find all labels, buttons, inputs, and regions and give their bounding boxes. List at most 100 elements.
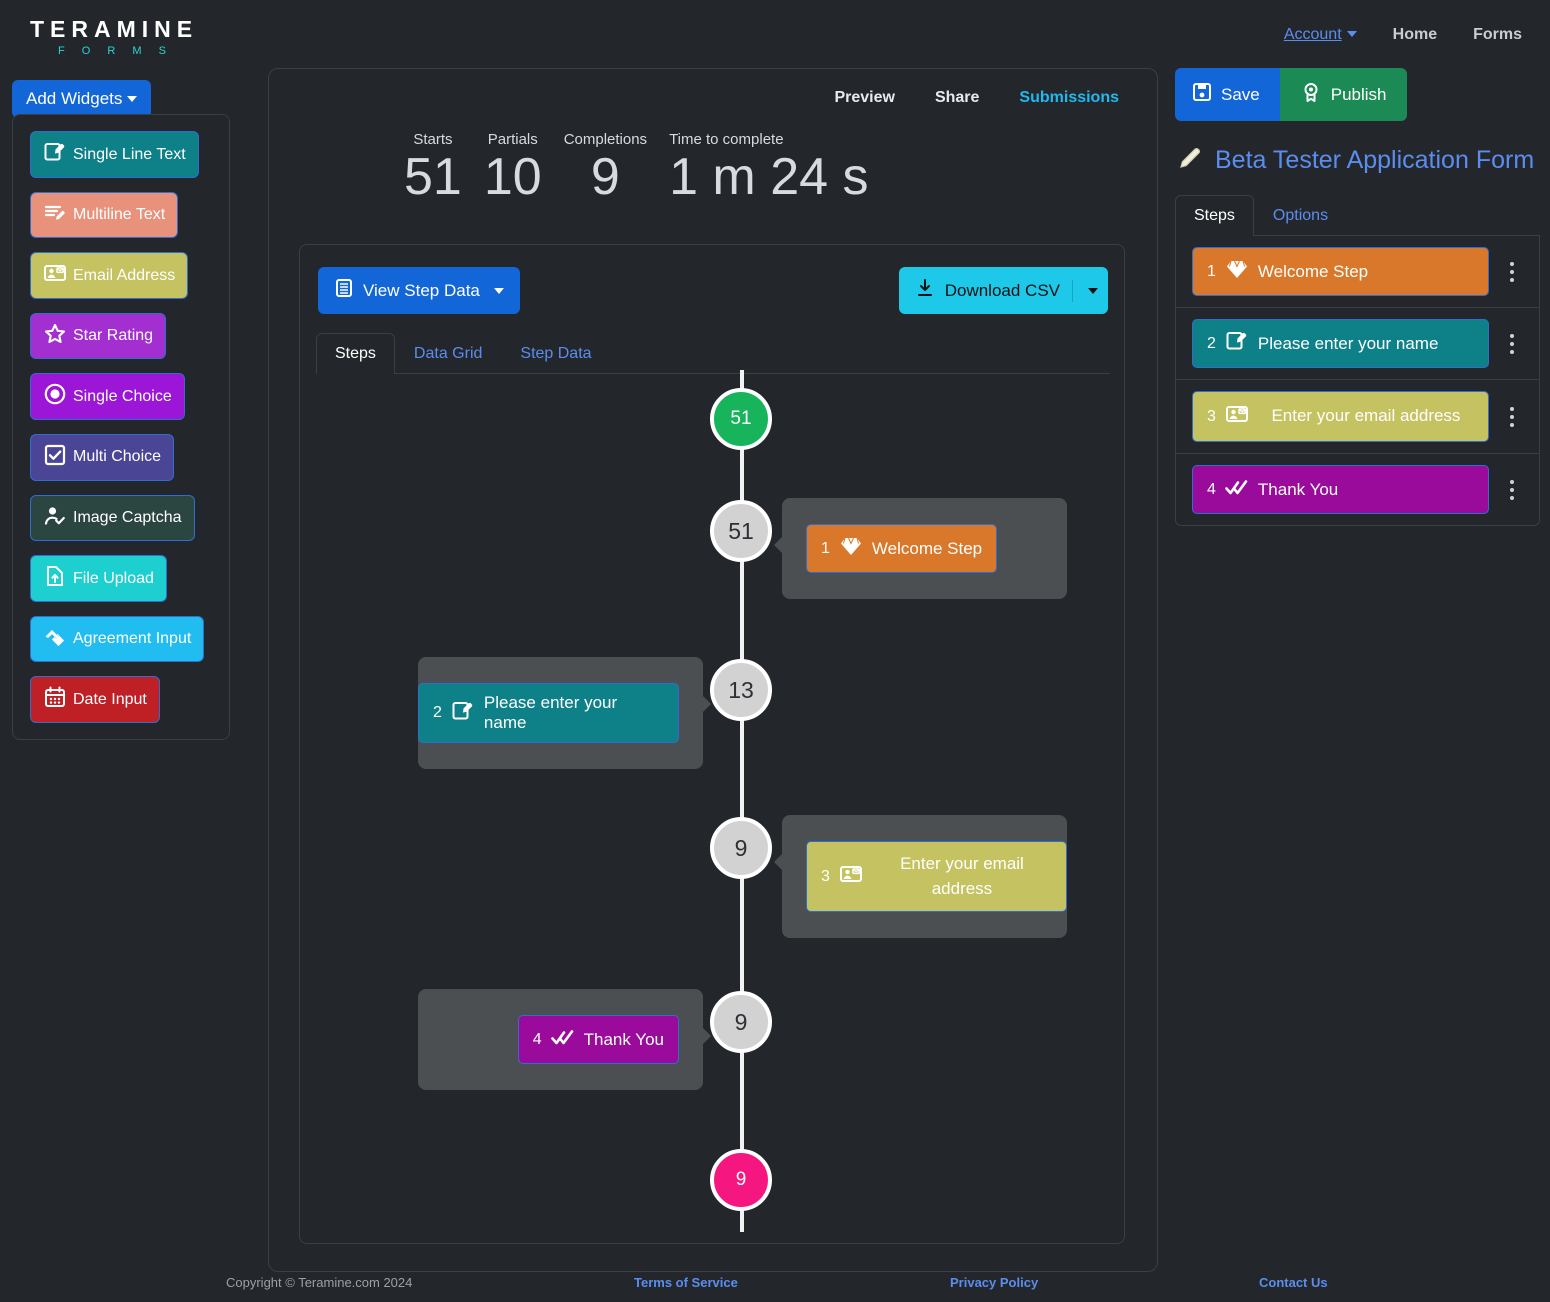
stat-partials: Partials 10: [484, 131, 542, 205]
dot-icon: [1510, 414, 1514, 419]
step-number: 1: [821, 539, 830, 557]
form-actions: Save Publish: [1175, 68, 1407, 121]
widget-multi-choice[interactable]: Multi Choice: [30, 433, 175, 481]
tab-steps[interactable]: Steps: [1175, 195, 1254, 236]
widget-agreement-input[interactable]: Agreement Input: [30, 615, 205, 663]
page-title: Beta Tester Application Form: [1215, 146, 1535, 174]
funnel-node: 51: [710, 500, 772, 562]
form-steps-list: 1 Welcome Step 2 Please enter your name 3 Ent…: [1175, 236, 1540, 526]
footer-link-terms[interactable]: Terms of Service: [634, 1275, 738, 1290]
chevron-down-icon: [493, 287, 504, 294]
step-chip[interactable]: 3 Enter your email address: [806, 841, 1067, 913]
callout-arrow: [702, 695, 711, 713]
widget-single-choice[interactable]: Single Choice: [30, 373, 185, 420]
stat-value: 1 m 24 s: [669, 148, 869, 206]
footer-link-contact[interactable]: Contact Us: [1259, 1275, 1328, 1290]
list-icon: [334, 278, 354, 303]
save-label: Save: [1221, 84, 1260, 104]
step-label: Please enter your name: [1257, 333, 1439, 353]
step-chip[interactable]: 2 Please enter your name: [418, 683, 679, 743]
publish-button[interactable]: Publish: [1279, 68, 1407, 121]
dot-icon: [1510, 269, 1514, 274]
chevron-down-icon: [127, 96, 138, 102]
stat-value: 10: [483, 148, 542, 206]
save-button[interactable]: Save: [1175, 68, 1280, 121]
chevron-down-icon[interactable]: [1088, 287, 1098, 294]
pencil-icon[interactable]: [1175, 143, 1205, 178]
dot-icon: [1510, 349, 1514, 354]
dot-icon: [1510, 487, 1514, 492]
step-label: Thank You: [1257, 479, 1339, 499]
step-label: Enter your email address: [1271, 406, 1461, 426]
tab-data-grid[interactable]: Data Grid: [395, 333, 501, 374]
funnel-node: 9: [710, 991, 772, 1053]
widget-label: Date Input: [73, 690, 147, 708]
footer-link-privacy[interactable]: Privacy Policy: [950, 1275, 1038, 1290]
nav-home[interactable]: Home: [1393, 26, 1437, 44]
form-title-row: Beta Tester Application Form: [1175, 143, 1540, 178]
tab-share[interactable]: Share: [935, 89, 979, 107]
step-menu-button[interactable]: [1499, 333, 1525, 354]
step-menu-button[interactable]: [1499, 261, 1525, 282]
copyright-text: Copyright © Teramine.com 2024: [226, 1275, 413, 1290]
widget-label: Multi Choice: [73, 448, 162, 466]
widget-file-upload[interactable]: File Upload: [30, 555, 167, 602]
funnel-step-card: 3 Enter your email address: [774, 815, 1067, 939]
step-menu-button[interactable]: [1499, 479, 1525, 500]
double-check-icon: [1225, 475, 1249, 504]
dot-icon: [1510, 341, 1514, 346]
step-chip[interactable]: 4 Thank You: [517, 1015, 679, 1064]
tab-step-data[interactable]: Step Data: [501, 333, 610, 374]
step-chip[interactable]: 1 Welcome Step: [806, 524, 998, 573]
checkbox-icon: [43, 443, 67, 472]
widget-star-rating[interactable]: Star Rating: [30, 312, 167, 360]
widget-image-captcha[interactable]: Image Captcha: [30, 494, 195, 542]
person-check-icon: [43, 504, 67, 533]
step-chip[interactable]: 4 Thank You: [1192, 465, 1489, 514]
add-widgets-button[interactable]: Add Widgets: [12, 80, 152, 118]
form-step-row: 2 Please enter your name: [1176, 308, 1539, 380]
widget-email-address[interactable]: Email Address: [30, 252, 189, 299]
step-number: 2: [1207, 334, 1216, 352]
funnel-step-card: 4 Thank You: [418, 989, 711, 1090]
widget-multiline-text[interactable]: Multiline Text: [30, 191, 179, 239]
step-chip[interactable]: 2 Please enter your name: [1192, 319, 1489, 368]
widget-single-line-text[interactable]: Single Line Text: [30, 131, 199, 178]
stat-time-to-complete: Time to complete 1 m 24 s: [669, 131, 868, 205]
pencil-square-icon: [451, 699, 475, 728]
brand-logo: TERAMINE F O R M S: [30, 18, 198, 57]
step-label: Enter your email address: [900, 854, 1024, 898]
step-menu-button[interactable]: [1499, 406, 1525, 427]
dot-icon: [1510, 277, 1514, 282]
tab-steps[interactable]: Steps: [316, 333, 395, 374]
brand-name: TERAMINE: [30, 16, 199, 42]
download-csv-button[interactable]: Download CSV: [898, 267, 1108, 314]
view-step-data-button[interactable]: View Step Data: [318, 267, 520, 314]
nav-forms[interactable]: Forms: [1473, 26, 1522, 44]
funnel-step-card: 2 Please enter your name: [418, 657, 711, 769]
widget-palette: Single Line Text Multiline Text Email Addr…: [12, 114, 230, 740]
floppy-disk-icon: [1191, 81, 1213, 108]
top-navigation: Account Home Forms: [1284, 26, 1522, 44]
step-chip[interactable]: 1 Welcome Step: [1192, 247, 1489, 296]
nav-account[interactable]: Account: [1284, 26, 1357, 44]
calendar-icon: [43, 685, 67, 714]
diamond-icon: [1225, 257, 1249, 286]
step-label: Please enter your name: [483, 693, 618, 732]
step-number: 3: [1207, 407, 1216, 425]
callout-arrow: [702, 1027, 711, 1045]
brand-subtitle: F O R M S: [58, 45, 173, 57]
tab-submissions[interactable]: Submissions: [1019, 89, 1119, 107]
tab-options[interactable]: Options: [1254, 195, 1347, 236]
data-view-tabs: Steps Data Grid Step Data: [316, 332, 1110, 374]
add-widgets-label: Add Widgets: [26, 89, 123, 108]
tab-preview[interactable]: Preview: [834, 89, 894, 107]
dot-icon: [1510, 479, 1514, 484]
dot-icon: [1510, 261, 1514, 266]
step-label: Thank You: [583, 1029, 664, 1049]
widget-date-input[interactable]: Date Input: [30, 676, 160, 723]
funnel-node: 51: [710, 388, 772, 450]
step-chip[interactable]: 3 Enter your email address: [1192, 391, 1489, 442]
widget-label: File Upload: [73, 569, 154, 587]
step-number: 4: [532, 1030, 542, 1048]
